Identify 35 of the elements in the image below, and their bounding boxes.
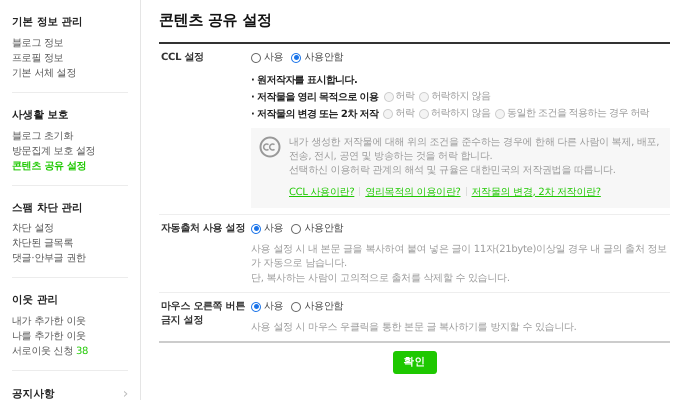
condition-label: · 저작물을 영리 목적으로 이용	[251, 90, 379, 104]
chevron-right-icon: ›	[122, 384, 128, 400]
sidebar-item[interactable]: 내가 추가한 이웃	[12, 314, 128, 329]
sidebar-item[interactable]: 차단된 글목록	[12, 236, 128, 252]
option-label[interactable]: 사용안함	[304, 222, 344, 236]
setting-label: 자동출처 사용 설정	[160, 222, 246, 236]
notice-link[interactable]: 공지사항	[12, 386, 55, 400]
info-text: 선택하신 이용허락 관계의 해석 및 규율은 대한민국의 저작권법을 따릅니다.	[289, 164, 617, 178]
description-text: 사용 설정 시 내 본문 글을 복사하여 붙여 넣은 글이 11자(21byte)이상일 경우 내 글의 출처 정보가 자동으로 남습니다.	[251, 242, 668, 270]
description-text: 단, 복사하는 사람이 고의적으로 출처를 삭제할 수 있습니다.	[251, 272, 511, 286]
section-title: 기본 정보 관리	[12, 15, 83, 30]
sidebar-item[interactable]: 블로그 초기화	[12, 128, 128, 144]
sidebar-item[interactable]: 프로필 정보	[12, 50, 128, 66]
section-title: 사생활 보호	[12, 108, 69, 123]
option-label[interactable]: 사용	[264, 300, 284, 314]
info-text: 내가 생성한 저작물에 대해 위의 조건을 준수하는 경우에 한해 다른 사람이 복제, 배포, 전송, 전시, 공연 및 방송하는 것을 허락 합니다.	[289, 136, 660, 164]
condition-label: · 저작물의 변경 또는 2차 저작	[251, 108, 378, 122]
sidebar-item[interactable]: 서로이웃 신청 38	[12, 344, 128, 359]
page-title: 콘텐츠 공유 설정	[159, 9, 670, 44]
sidebar-item[interactable]: 방문집계 보호 설정	[12, 144, 128, 158]
sidebar-item[interactable]: 차단 설정	[12, 221, 128, 236]
sidebar-item[interactable]: 기본 서체 설정	[12, 66, 128, 81]
option-label[interactable]: 사용안함	[304, 50, 344, 64]
setting-label: 마우스 오른쪽 버튼 금지 설정	[160, 300, 246, 328]
option-label[interactable]: 사용안함	[304, 300, 344, 314]
condition-label: · 원저작자를 표시합니다.	[251, 74, 358, 88]
section-title: 스팸 차단 관리	[12, 200, 83, 216]
sidebar-item[interactable]: 나를 추가한 이웃	[12, 329, 128, 344]
setting-label: CCL 설정	[160, 50, 205, 64]
option-label[interactable]: 사용	[264, 50, 284, 64]
option-label[interactable]: 사용	[264, 222, 284, 236]
description-text: 사용 설정 시 마우스 우클릭을 통한 본문 글 복사하기를 방지할 수 있습니다.	[251, 320, 578, 334]
section-title: 이웃 관리	[12, 293, 58, 308]
sidebar-item[interactable]: 블로그 정보	[12, 36, 128, 51]
sidebar-item[interactable]: 댓글·안부글 권한	[12, 251, 128, 266]
